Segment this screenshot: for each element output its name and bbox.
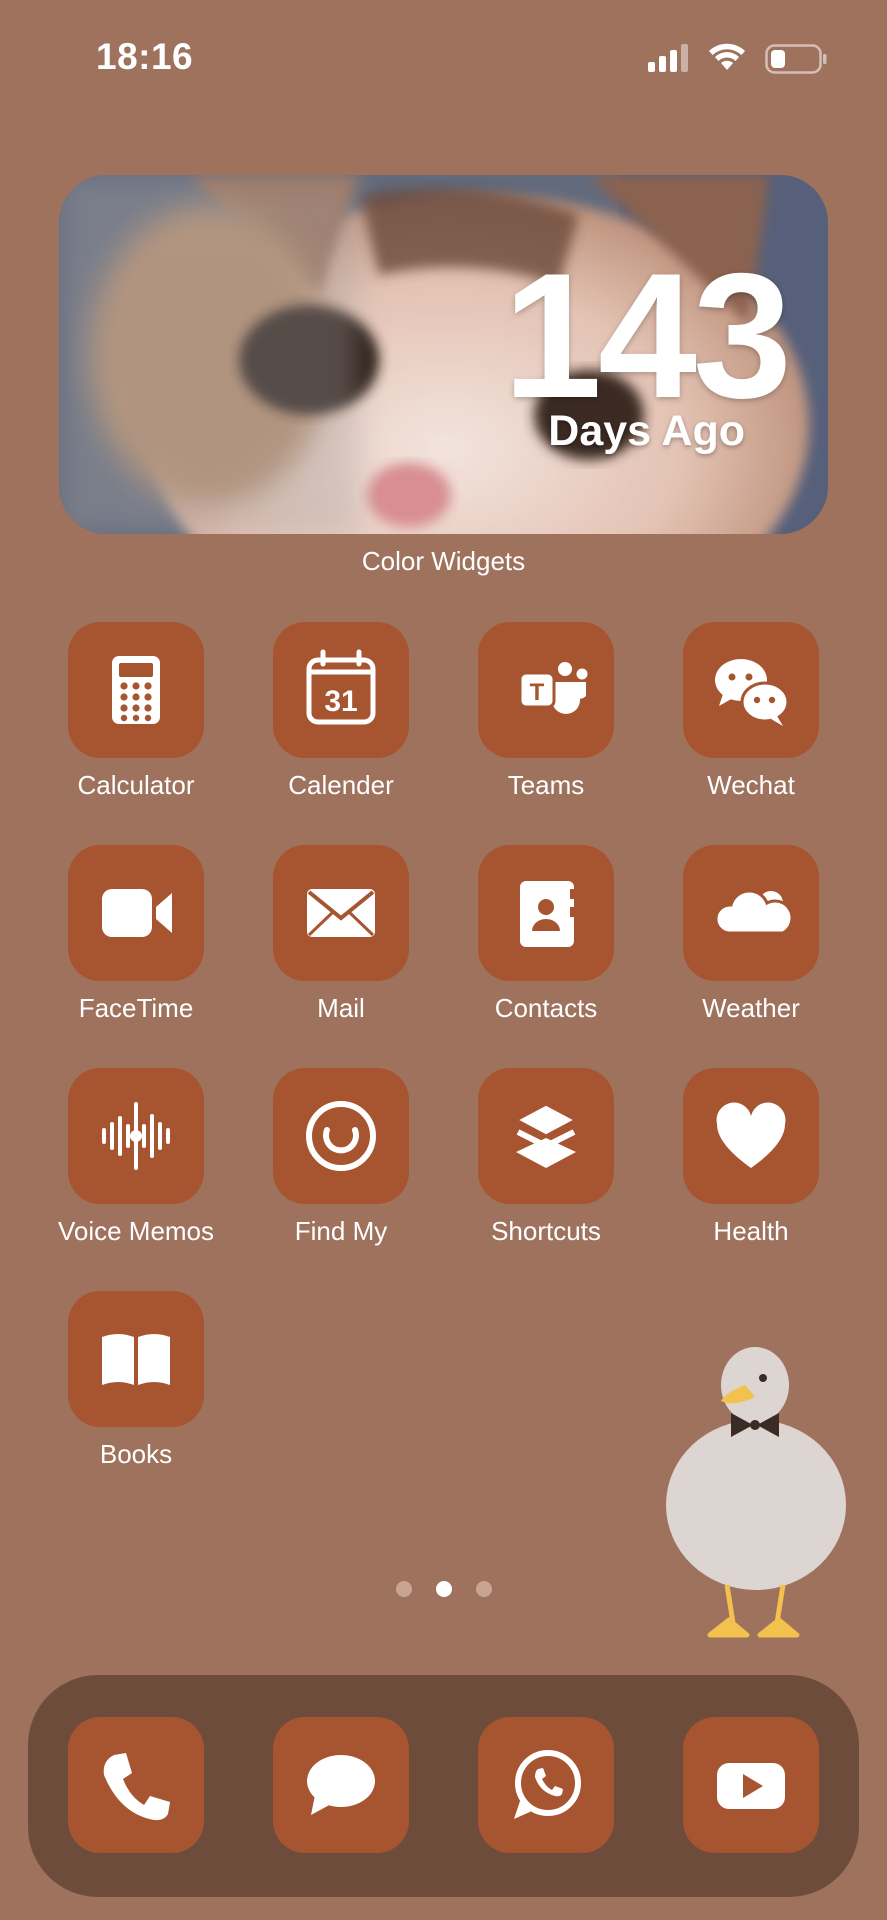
phone-icon — [103, 1753, 170, 1821]
dock-messages[interactable] — [273, 1717, 409, 1853]
app-label: Wechat — [707, 770, 795, 800]
whatsapp-icon — [514, 1750, 581, 1819]
wechat-icon — [715, 659, 790, 726]
page-dot-1[interactable] — [396, 1581, 412, 1597]
app-label: FaceTime — [78, 993, 194, 1023]
app-label: Shortcuts — [491, 1216, 601, 1246]
dock-youtube[interactable] — [683, 1717, 819, 1853]
waveform-icon — [102, 1102, 170, 1170]
heart-icon — [716, 1102, 786, 1168]
app-label: Voice Memos — [57, 1216, 215, 1246]
book-icon — [102, 1334, 170, 1385]
app-shortcuts[interactable]: Shortcuts — [446, 1068, 646, 1247]
calendar-icon: 31 — [306, 649, 376, 725]
app-label: Books — [99, 1439, 173, 1469]
layers-icon — [512, 1102, 580, 1168]
cloud-icon — [714, 889, 794, 935]
widget-label: Color Widgets — [361, 546, 526, 576]
app-teams[interactable]: T Teams — [446, 622, 646, 801]
app-label: Health — [713, 1216, 789, 1246]
cellular-signal-icon — [648, 44, 688, 72]
video-camera-icon — [102, 889, 172, 937]
dock-whatsapp[interactable] — [478, 1717, 614, 1853]
calendar-date: 31 — [324, 685, 357, 718]
app-calender[interactable]: 31 Calender — [241, 622, 441, 801]
app-mail[interactable]: Mail — [241, 845, 441, 1024]
app-label: Find My — [294, 1216, 388, 1246]
contact-book-icon — [520, 881, 575, 947]
app-label: Teams — [507, 770, 585, 800]
dock — [28, 1675, 859, 1897]
dock-phone[interactable] — [68, 1717, 204, 1853]
app-label: Weather — [702, 993, 800, 1023]
radar-icon — [306, 1101, 376, 1171]
app-health[interactable]: Health — [651, 1068, 851, 1247]
duck-sticker — [666, 1347, 846, 1638]
app-label: Mail — [317, 993, 365, 1023]
message-bubble-icon — [307, 1755, 375, 1815]
app-calculator[interactable]: Calculator — [36, 622, 236, 801]
calculator-icon — [112, 656, 160, 724]
days-caption: Days Ago — [548, 407, 745, 455]
app-label: Contacts — [494, 993, 598, 1023]
days-counter-widget[interactable]: 143 Days Ago — [59, 175, 828, 534]
wifi-icon — [709, 43, 745, 70]
app-find-my[interactable]: Find My — [241, 1068, 441, 1247]
page-dot-2[interactable] — [436, 1581, 452, 1597]
page-dot-3[interactable] — [476, 1581, 492, 1597]
app-label: Calender — [288, 770, 394, 800]
app-label: Calculator — [77, 770, 195, 800]
youtube-play-icon — [717, 1763, 785, 1809]
app-books[interactable]: Books — [36, 1291, 236, 1470]
battery-icon — [765, 44, 827, 74]
teams-letter: T — [530, 679, 545, 706]
teams-icon: T — [518, 662, 588, 714]
app-facetime[interactable]: FaceTime — [36, 845, 236, 1024]
days-count: 143 — [503, 236, 792, 435]
app-contacts[interactable]: Contacts — [446, 845, 646, 1024]
envelope-icon — [307, 889, 375, 937]
status-time: 18:16 — [96, 36, 194, 77]
app-weather[interactable]: Weather — [651, 845, 851, 1024]
app-wechat[interactable]: Wechat — [651, 622, 851, 801]
app-voice-memos[interactable]: Voice Memos — [36, 1068, 236, 1247]
